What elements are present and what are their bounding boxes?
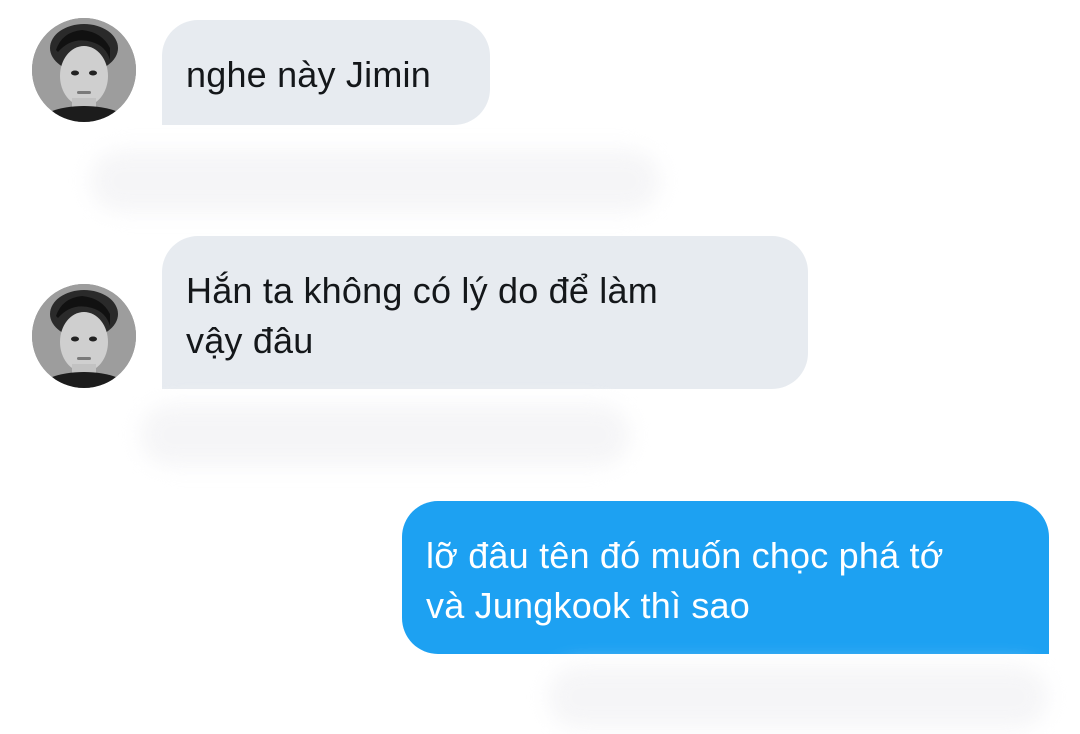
- message-text-line: và Jungkook thì sao: [426, 585, 751, 626]
- avatar-photo-icon: [32, 284, 136, 388]
- blurred-message-metadata: [548, 666, 1048, 728]
- outgoing-message-bubble[interactable]: lỡ đâu tên đó muốn chọc phá tớ và Jungko…: [402, 501, 1049, 654]
- contact-avatar[interactable]: [32, 284, 136, 388]
- message-text: nghe này Jimin: [186, 54, 431, 95]
- incoming-message-bubble[interactable]: Hắn ta không có lý do để làm vậy đâu: [162, 236, 808, 389]
- incoming-message-bubble[interactable]: nghe này Jimin: [162, 20, 490, 125]
- message-text-line: Hắn ta không có lý do để làm: [186, 270, 658, 311]
- message-text-line: lỡ đâu tên đó muốn chọc phá tớ: [426, 535, 944, 576]
- blurred-message-metadata: [140, 404, 630, 466]
- contact-avatar[interactable]: [32, 18, 136, 122]
- message-text-line: vậy đâu: [186, 320, 314, 361]
- avatar-photo-icon: [32, 18, 136, 122]
- blurred-message-metadata: [90, 150, 660, 212]
